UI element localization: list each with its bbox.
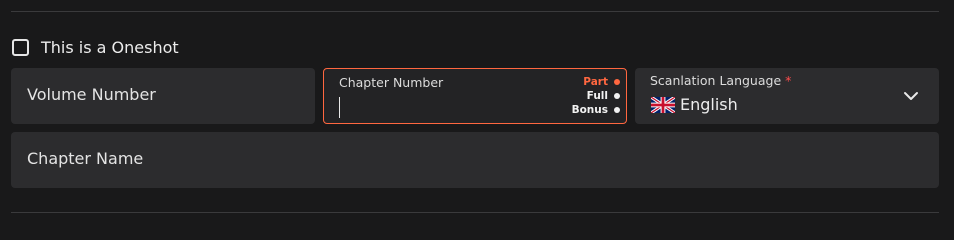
bonus-radio-dot-icon: [614, 107, 620, 113]
oneshot-checkbox[interactable]: [12, 39, 29, 56]
required-asterisk: *: [785, 73, 792, 88]
chapter-type-bonus[interactable]: Bonus: [572, 103, 620, 117]
part-radio-dot-icon: [614, 79, 620, 85]
uk-flag-icon: [651, 96, 675, 113]
chapter-type-selector: Part Full Bonus: [572, 75, 620, 117]
text-cursor: [339, 97, 340, 118]
volume-number-field[interactable]: Volume Number: [11, 68, 315, 124]
scanlation-language-select[interactable]: Scanlation Language * English: [635, 68, 939, 124]
chapter-type-bonus-label: Bonus: [571, 104, 608, 116]
volume-number-placeholder: Volume Number: [27, 85, 156, 104]
selected-language: English: [651, 95, 738, 114]
chapter-number-label: Chapter Number: [339, 75, 444, 90]
oneshot-checkbox-row[interactable]: This is a Oneshot: [12, 38, 179, 57]
chapter-type-part-label: Part: [583, 76, 608, 88]
bottom-divider: [11, 212, 939, 213]
chapter-number-field[interactable]: Chapter Number Part Full Bonus: [323, 68, 627, 124]
chapter-type-full-label: Full: [586, 90, 608, 102]
chapter-type-part[interactable]: Part: [572, 75, 620, 89]
chapter-name-placeholder: Chapter Name: [27, 149, 144, 168]
top-divider: [11, 11, 939, 12]
full-radio-dot-icon: [614, 93, 620, 99]
chapter-name-field[interactable]: Chapter Name: [11, 132, 939, 188]
scanlation-language-label: Scanlation Language *: [650, 73, 792, 88]
chapter-type-full[interactable]: Full: [572, 89, 620, 103]
chevron-down-icon[interactable]: [903, 88, 919, 104]
selected-language-label: English: [680, 95, 738, 114]
oneshot-label: This is a Oneshot: [41, 38, 179, 57]
